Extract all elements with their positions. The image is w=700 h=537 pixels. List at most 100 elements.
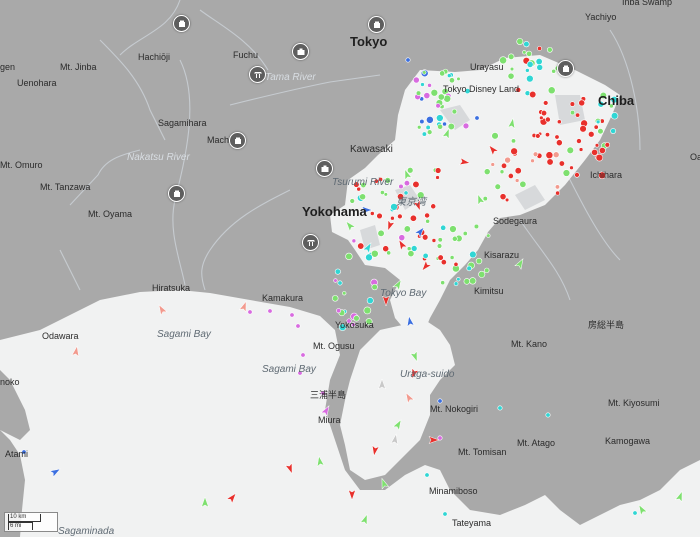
vessel-dot[interactable] [597, 128, 604, 135]
castle-icon[interactable] [368, 16, 385, 33]
vessel-dot[interactable] [507, 72, 515, 80]
vessel-dot[interactable] [407, 250, 415, 258]
vessel-dot[interactable] [575, 112, 581, 118]
vessel-dot[interactable] [390, 215, 395, 221]
vessel-dot[interactable] [365, 253, 373, 262]
temple-icon[interactable] [302, 234, 319, 251]
vessel-dot[interactable] [543, 100, 549, 106]
vessel-dot[interactable] [504, 197, 510, 203]
vessel-dot[interactable] [478, 270, 486, 278]
vessel-dot[interactable] [554, 134, 560, 140]
vessel-dot[interactable] [507, 173, 514, 179]
vessel-dot[interactable] [351, 238, 357, 244]
castle-icon[interactable] [557, 60, 574, 77]
vessel-dot[interactable] [442, 121, 447, 127]
vessel-dot[interactable] [424, 472, 430, 478]
vessel-dot[interactable] [437, 435, 443, 441]
vessel-dot[interactable] [499, 193, 507, 201]
vessel-dot[interactable] [437, 254, 444, 261]
vessel-dot[interactable] [430, 203, 437, 210]
vessel-dot[interactable] [422, 70, 427, 75]
vessel-dot[interactable] [499, 169, 505, 175]
vessel-dot[interactable] [422, 252, 429, 259]
vessel-dot[interactable] [494, 183, 501, 190]
vessel-dot[interactable] [593, 124, 599, 130]
vessel-dot[interactable] [437, 237, 443, 243]
vessel-dot[interactable] [357, 242, 365, 250]
vessel-dot[interactable] [443, 94, 452, 103]
vessel-dot[interactable] [412, 180, 420, 188]
vessel-dot[interactable] [409, 214, 417, 222]
vessel-dot[interactable] [598, 147, 606, 154]
vessel-dot[interactable] [483, 168, 491, 175]
vessel-dot[interactable] [426, 129, 433, 135]
vessel-dot[interactable] [501, 162, 508, 169]
vessel-dot[interactable] [437, 398, 443, 404]
vessel-dot[interactable] [569, 101, 576, 107]
vessel-dot[interactable] [398, 234, 406, 242]
vessel-dot[interactable] [551, 68, 557, 74]
vessel-dot[interactable] [440, 224, 447, 231]
vessel-dot[interactable] [469, 277, 477, 285]
vessel-dot[interactable] [504, 156, 511, 164]
vessel-dot[interactable] [425, 218, 430, 224]
vessel-dot[interactable] [529, 90, 537, 99]
museum-icon[interactable] [316, 160, 333, 177]
vessel-dot[interactable] [474, 115, 480, 121]
vessel-dot[interactable] [632, 510, 638, 516]
vessel-dot[interactable] [403, 225, 411, 233]
vessel-dot[interactable] [383, 192, 388, 197]
vessel-dot[interactable] [423, 92, 431, 100]
vessel-dot[interactable] [424, 212, 430, 219]
vessel-dot[interactable] [363, 306, 372, 315]
vessel-dot[interactable] [333, 278, 338, 283]
vessel-dot[interactable] [610, 112, 619, 120]
vessel-dot[interactable] [336, 308, 342, 314]
vessel-dot[interactable] [456, 76, 461, 81]
map-canvas[interactable] [0, 0, 700, 537]
vessel-dot[interactable] [535, 58, 543, 66]
vessel-dot[interactable] [430, 88, 439, 97]
vessel-dot[interactable] [247, 309, 253, 315]
vessel-dot[interactable] [448, 77, 455, 84]
castle-icon[interactable] [173, 15, 190, 32]
vessel-dot[interactable] [345, 252, 353, 261]
vessel-dot[interactable] [545, 412, 551, 418]
vessel-dot[interactable] [579, 125, 587, 133]
vessel-dot[interactable] [547, 86, 556, 95]
vessel-dot[interactable] [569, 110, 576, 116]
vessel-dot[interactable] [530, 158, 535, 164]
vessel-dot[interactable] [554, 184, 560, 190]
vessel-dot[interactable] [398, 183, 404, 190]
vessel-dot[interactable] [594, 143, 600, 148]
vessel-dot[interactable] [436, 114, 444, 122]
castle-icon[interactable] [229, 132, 246, 149]
vessel-dot[interactable] [546, 46, 553, 53]
vessel-dot[interactable] [436, 243, 443, 249]
vessel-dot[interactable] [546, 158, 554, 166]
vessel-dot[interactable] [403, 190, 409, 196]
vessel-dot[interactable] [425, 124, 431, 130]
vessel-dot[interactable] [576, 138, 582, 144]
vessel-dot[interactable] [267, 308, 273, 314]
vessel-dot[interactable] [537, 46, 542, 51]
vessel-dot[interactable] [334, 268, 341, 275]
vessel-dot[interactable] [451, 235, 458, 242]
vessel-dot[interactable] [519, 180, 527, 188]
vessel-dot[interactable] [545, 116, 551, 123]
vessel-dot[interactable] [497, 405, 503, 411]
vessel-dot[interactable] [462, 231, 468, 237]
vessel-dot[interactable] [486, 233, 491, 238]
vessel-dot[interactable] [435, 175, 440, 180]
vessel-dot[interactable] [526, 50, 533, 57]
vessel-dot[interactable] [540, 110, 548, 117]
vessel-dot[interactable] [434, 167, 442, 174]
vessel-dot[interactable] [403, 180, 410, 187]
vessel-dot[interactable] [415, 90, 422, 96]
vessel-dot[interactable] [406, 246, 412, 252]
vessel-dot[interactable] [463, 278, 471, 285]
vessel-dot[interactable] [431, 238, 437, 243]
vessel-dot[interactable] [469, 250, 477, 259]
vessel-dot[interactable] [523, 41, 530, 48]
vessel-dot[interactable] [419, 118, 425, 125]
